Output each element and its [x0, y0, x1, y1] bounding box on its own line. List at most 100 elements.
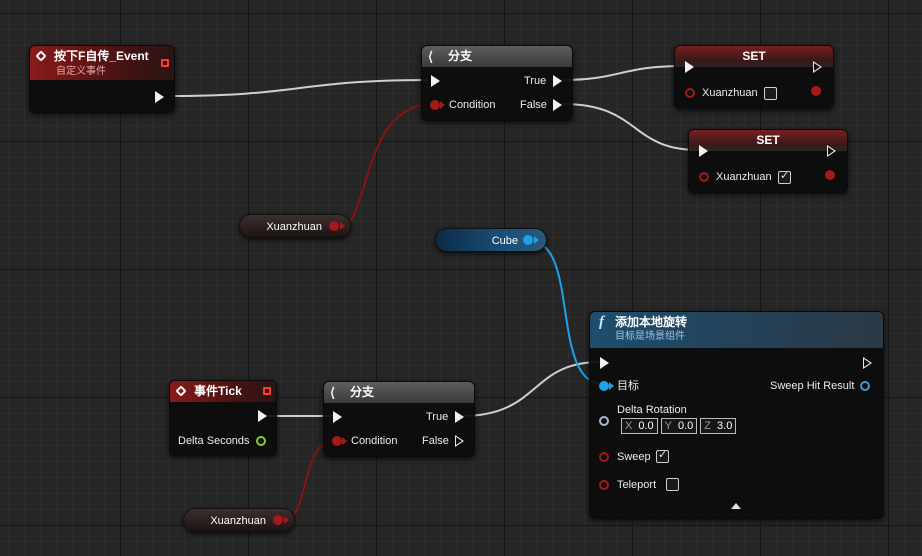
sweep-label: Sweep — [617, 451, 651, 463]
exec-out-pin[interactable] — [813, 61, 822, 73]
exec-in-pin[interactable] — [600, 357, 609, 369]
exec-in-pin[interactable] — [699, 145, 708, 157]
pin-arrow-icon — [340, 222, 345, 230]
y-label: Y — [664, 420, 672, 432]
var-out-pin[interactable] — [273, 515, 283, 525]
z-label: Z — [704, 420, 712, 432]
var-out-pin[interactable] — [523, 235, 533, 245]
condition-label: Condition — [351, 435, 398, 447]
node-subtitle: 目标是场景组件 — [615, 331, 685, 342]
true-exec-pin[interactable] — [455, 411, 464, 423]
condition-label: Condition — [449, 99, 496, 111]
exec-out-pin[interactable] — [258, 410, 267, 422]
x-field[interactable]: X 0.0 — [621, 418, 658, 434]
exec-out-pin[interactable] — [863, 357, 872, 369]
node-title: 分支 — [448, 49, 473, 63]
node-title: SET — [742, 49, 766, 63]
condition-pin[interactable] — [430, 100, 440, 110]
exec-wire-true-to-addrot — [461, 361, 601, 417]
sweep-hit-result-label: Sweep Hit Result — [770, 380, 855, 392]
exec-wire-false-to-set2 — [562, 103, 699, 151]
exec-out-pin[interactable] — [155, 91, 164, 103]
exec-in-pin[interactable] — [333, 411, 342, 423]
branch-icon: ⟨ — [330, 385, 336, 400]
pin-arrow-icon — [284, 516, 289, 524]
add-local-rotation-node[interactable]: f 添加本地旋转 目标是场景组件 目标 Sweep Hit Result Del… — [589, 311, 884, 519]
value-checkbox[interactable] — [764, 87, 777, 100]
value-checkbox[interactable] — [778, 169, 791, 184]
teleport-checkbox[interactable] — [666, 478, 679, 491]
node-header: SET — [675, 46, 833, 67]
delta-rotation-label: Delta Rotation — [617, 404, 687, 416]
get-var-xuanzhuan-top[interactable]: Xuanzhuan — [239, 214, 351, 238]
teleport-pin[interactable] — [599, 480, 609, 490]
var-label: Xuanzhuan — [716, 171, 772, 183]
exec-wire-true-to-set1 — [562, 65, 685, 81]
exec-in-pin[interactable] — [431, 75, 440, 87]
condition-pin-arrow-icon — [440, 101, 445, 109]
condition-pin[interactable] — [332, 436, 342, 446]
node-title: 事件Tick — [194, 384, 242, 398]
target-pin[interactable] — [599, 381, 609, 391]
node-header: 事件Tick — [170, 381, 276, 402]
event-diamond-icon — [175, 385, 187, 397]
get-var-xuanzhuan-bottom[interactable]: Xuanzhuan — [183, 508, 295, 532]
branch-icon: ⟨ — [428, 49, 434, 64]
var-in-pin[interactable] — [685, 88, 695, 98]
set-node-1[interactable]: SET Xuanzhuan — [674, 45, 834, 109]
delegate-pin-icon[interactable] — [263, 387, 271, 395]
false-label: False — [520, 99, 547, 111]
delta-seconds-label: Delta Seconds — [178, 435, 250, 447]
pin-arrow-icon — [534, 236, 539, 244]
rotation-vector-fields: X 0.0 Y 0.0 Z 3.0 — [621, 418, 737, 434]
event-tick-node[interactable]: 事件Tick Delta Seconds — [169, 380, 277, 456]
false-exec-pin[interactable] — [455, 435, 464, 447]
exec-in-pin[interactable] — [685, 61, 694, 73]
y-field[interactable]: Y 0.0 — [660, 418, 698, 434]
false-exec-pin[interactable] — [553, 99, 562, 111]
node-title: SET — [756, 133, 780, 147]
true-label: True — [524, 75, 547, 87]
z-field[interactable]: Z 3.0 — [700, 418, 737, 434]
branch-node-bottom[interactable]: ⟨ 分支 Condition True False — [323, 381, 475, 457]
var-label: Xuanzhuan — [210, 515, 266, 527]
z-value: 3.0 — [717, 420, 733, 432]
exec-out-pin[interactable] — [827, 145, 836, 157]
var-out-pin[interactable] — [329, 221, 339, 231]
get-var-cube[interactable]: Cube — [435, 228, 547, 252]
y-value: 0.0 — [677, 420, 694, 432]
true-exec-pin[interactable] — [553, 75, 562, 87]
node-title: 分支 — [350, 385, 375, 399]
delta-seconds-pin[interactable] — [256, 436, 266, 446]
target-label: 目标 — [617, 380, 639, 392]
node-title: 添加本地旋转 — [615, 315, 688, 329]
node-title: 按下F自传_Event — [54, 49, 149, 63]
target-pin-arrow-icon — [609, 382, 614, 390]
var-out-pin[interactable] — [825, 170, 835, 180]
node-header: SET — [689, 130, 847, 151]
delta-rotation-pin[interactable] — [599, 416, 609, 426]
node-header: 按下F自传_Event 自定义事件 — [30, 46, 174, 80]
exec-wire-event-to-branch — [171, 79, 429, 97]
true-label: True — [426, 411, 449, 423]
custom-event-node[interactable]: 按下F自传_Event 自定义事件 — [29, 45, 175, 113]
branch-node-top[interactable]: ⟨ 分支 Condition True False — [421, 45, 573, 121]
sweep-checkbox[interactable] — [656, 448, 669, 463]
node-subtitle: 自定义事件 — [56, 66, 106, 77]
bool-wire-var-to-branch-top — [339, 103, 434, 228]
var-label: Xuanzhuan — [702, 87, 758, 99]
sweep-pin[interactable] — [599, 452, 609, 462]
sweep-hit-result-pin[interactable] — [860, 381, 870, 391]
collapse-arrow-icon[interactable] — [731, 503, 741, 509]
var-label: Xuanzhuan — [266, 221, 322, 233]
x-value: 0.0 — [638, 420, 654, 432]
var-in-pin[interactable] — [699, 172, 709, 182]
teleport-label: Teleport — [617, 479, 657, 491]
function-icon: f — [599, 314, 604, 330]
var-out-pin[interactable] — [811, 86, 821, 96]
set-node-2[interactable]: SET Xuanzhuan — [688, 129, 848, 193]
node-header: ⟨ 分支 — [422, 46, 572, 67]
delegate-pin-icon[interactable] — [161, 59, 169, 67]
condition-pin-arrow-icon — [342, 437, 347, 445]
node-header: ⟨ 分支 — [324, 382, 474, 403]
